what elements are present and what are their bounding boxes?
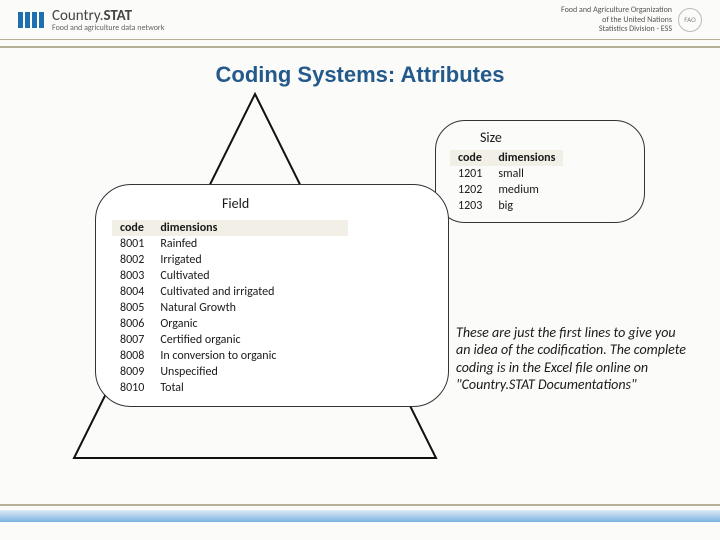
table-row: 1202medium: [450, 182, 563, 198]
note-text: These are just the first lines to give y…: [456, 324, 690, 394]
header-rule-thick: [0, 46, 720, 48]
header: Country.STAT Food and agriculture data n…: [0, 0, 720, 37]
table-row: 8008 In conversion to organic: [112, 348, 348, 364]
size-head-dim: dimensions: [490, 150, 563, 166]
fao-logo-icon: FAO: [678, 8, 702, 32]
size-header-row: code dimensions: [450, 150, 563, 166]
org-text: Food and Agriculture Organization of the…: [561, 6, 672, 35]
table-row: 1203big: [450, 198, 563, 214]
table-row: 8009Unspecified: [112, 364, 348, 380]
table-row: 8003Cultivated: [112, 268, 348, 284]
table-row: 8002Irrigated: [112, 252, 348, 268]
field-table: code dimensions 8001Rainfed 8002Irrigate…: [112, 220, 348, 396]
size-table: code dimensions 1201small 1202medium 120…: [450, 150, 563, 214]
content-stage: Size code dimensions 1201small 1202mediu…: [0, 92, 720, 522]
logo-bars-icon: [18, 12, 44, 28]
table-row: 8006Organic: [112, 316, 348, 332]
table-row: 8010Total: [112, 380, 348, 396]
table-row: 8004Cultivated and irrigated: [112, 284, 348, 300]
org-line-3: Statistics Division - ESS: [561, 25, 672, 35]
field-heading: Field: [222, 195, 432, 212]
size-head-code: code: [450, 150, 490, 166]
page-title: Coding Systems: Attributes: [0, 62, 720, 88]
field-head-code: code: [112, 220, 152, 236]
header-right: Food and Agriculture Organization of the…: [561, 6, 702, 35]
brand-subtitle: Food and agriculture data network: [52, 23, 164, 33]
table-row: 8005Natural Growth: [112, 300, 348, 316]
footer-gradient: [0, 510, 720, 522]
field-header-row: code dimensions: [112, 220, 348, 236]
size-block: Size code dimensions 1201small 1202mediu…: [435, 120, 645, 223]
table-row: 1201small: [450, 166, 563, 182]
header-rule-thin: [0, 39, 720, 40]
size-heading: Size: [480, 129, 630, 146]
header-left: Country.STAT Food and agriculture data n…: [18, 7, 164, 33]
table-row: 8007Certified organic: [112, 332, 348, 348]
footer-rule: [0, 504, 720, 506]
footer-bar: [0, 504, 720, 522]
brand-block: Country.STAT Food and agriculture data n…: [52, 7, 164, 33]
field-head-dim: dimensions: [152, 220, 348, 236]
field-block: Field code dimensions 8001Rainfed 8002Ir…: [95, 184, 449, 407]
table-row: 8001Rainfed: [112, 236, 348, 252]
